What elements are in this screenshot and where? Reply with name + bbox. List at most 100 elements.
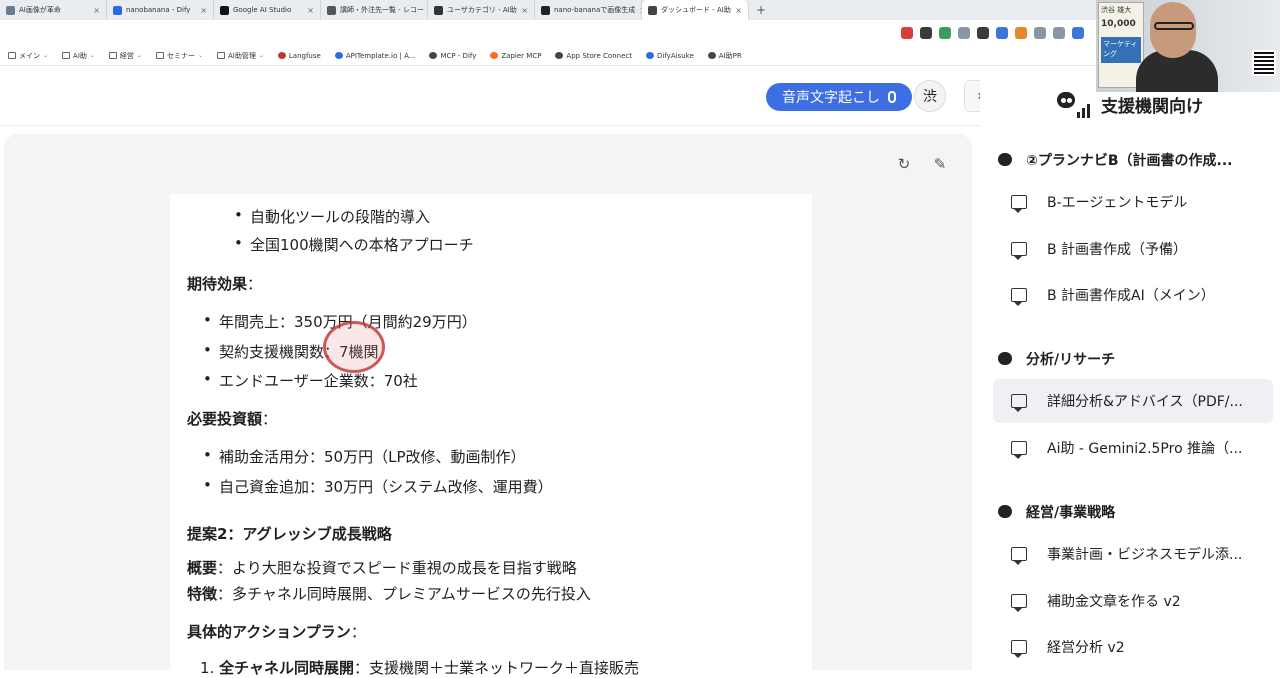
webcam-overlay: 渋谷 雄大 10,000 マーケティング <box>1096 0 1280 92</box>
browser-tab[interactable]: ユーザカテゴリ - AI助× <box>428 0 535 20</box>
puzzle-extension-icon[interactable] <box>1053 27 1065 39</box>
extension-icon[interactable] <box>1015 27 1027 39</box>
tab-close-icon[interactable]: × <box>735 6 742 15</box>
tab-label: nanobanana - Dify <box>126 6 190 14</box>
bookmark-label: AI助管理 <box>228 51 256 61</box>
user-avatar[interactable]: 渋 <box>914 80 946 112</box>
mcp-icon <box>429 52 437 59</box>
chevron-down-icon: ⌄ <box>137 52 142 59</box>
folder-icon <box>8 52 16 59</box>
tab-close-icon[interactable]: × <box>93 6 100 15</box>
proposal-title: 提案2：アグレッシブ成長戦略 <box>187 523 392 544</box>
bookmark-folder[interactable]: AI助管理⌄ <box>217 51 264 61</box>
voice-button-label: 音声文字起こし <box>782 87 880 107</box>
tab-label: 講師・外注先一覧 - レコー <box>340 5 424 15</box>
bookmark-folder[interactable]: 経営⌄ <box>109 51 142 61</box>
bookmark-link[interactable]: Zapier MCP <box>490 52 541 60</box>
sidebar-item[interactable]: B-エージェントモデル <box>993 180 1273 224</box>
bookmark-link[interactable]: Langfuse <box>278 52 321 60</box>
chevron-down-icon: ⌄ <box>259 52 264 59</box>
microphone-icon <box>888 91 896 103</box>
apitemplate-icon <box>335 52 343 59</box>
bookmark-folder[interactable]: AI助⌄ <box>62 51 95 61</box>
chat-bubble-icon <box>1011 394 1027 408</box>
browser-tab[interactable]: 講師・外注先一覧 - レコー× <box>321 0 428 20</box>
browser-tab[interactable]: Google AI Studio× <box>214 0 321 20</box>
invest-title: 必要投資額 <box>187 410 262 428</box>
chevron-down-icon: ⌄ <box>90 52 95 59</box>
sidebar-item-label: B-エージェントモデル <box>1047 192 1187 212</box>
section-title: 分析/リサーチ <box>1026 349 1115 369</box>
section-heading: 必要投資額： <box>187 408 277 429</box>
bookmark-folder[interactable]: セミナー⌄ <box>156 51 203 61</box>
chat-bubble-icon <box>1011 441 1027 455</box>
browser-tab[interactable]: nano-bananaで画像生成× <box>535 0 642 20</box>
book-tag: マーケティング <box>1101 37 1141 63</box>
action-title: 具体的アクションプラン <box>187 623 351 641</box>
sidebar-item-label: Ai助 - Gemini2.5Pro 推論（... <box>1047 438 1242 458</box>
shield-extension-icon[interactable] <box>977 27 989 39</box>
browser-tab-active[interactable]: ダッシュボード - AI助 × <box>642 0 749 20</box>
bookmark-folder[interactable]: メイン⌄ <box>8 51 48 61</box>
sidebar-item[interactable]: Ai助 - Gemini2.5Pro 推論（... <box>993 426 1273 470</box>
browser-toolbar <box>0 20 1100 46</box>
browser-tab[interactable]: nanobanana - Dify × <box>107 0 214 20</box>
sidebar-item[interactable]: B 計画書作成（予備） <box>993 227 1273 271</box>
bookmark-link[interactable]: AI助PR <box>708 51 742 61</box>
bookmark-link[interactable]: DifyAisuke <box>646 52 694 60</box>
list-item: 補助金活用分：50万円（LP改修、動画制作） <box>219 446 526 467</box>
item-label: 全チャネル同時展開 <box>219 659 354 677</box>
camera-extension-icon[interactable] <box>1034 27 1046 39</box>
pdf-extension-icon[interactable] <box>901 27 913 39</box>
bookmark-link[interactable]: MCP - Dify <box>429 52 476 60</box>
browser-tab[interactable]: AI画像が革命× <box>0 0 107 20</box>
effects-title: 期待効果 <box>187 275 247 293</box>
edit-chat-icon[interactable]: ✎ <box>931 155 949 173</box>
bookmark-link[interactable]: APITemplate.io | A... <box>335 52 416 60</box>
folder-icon <box>217 52 225 59</box>
sidebar-item[interactable]: 経営分析 v2 <box>993 625 1273 669</box>
sidebar-item[interactable]: 補助金文章を作る v2 <box>993 579 1273 623</box>
chat-bubble-icon <box>1011 547 1027 561</box>
tab-close-icon[interactable]: × <box>307 6 314 15</box>
list-item: 自動化ツールの段階的導入 <box>250 206 430 227</box>
section-heading: 具体的アクションプラン： <box>187 621 366 642</box>
sidebar-item-selected[interactable]: 詳細分析&アドバイス（PDF/... <box>993 379 1273 423</box>
bookmark-label: App Store Connect <box>566 52 632 60</box>
bookmarks-bar: メイン⌄ AI助⌄ 経営⌄ セミナー⌄ AI助管理⌄ Langfuse APIT… <box>0 46 1100 66</box>
glasses-icon <box>1154 22 1194 30</box>
chat-bubble-icon <box>1011 242 1027 256</box>
extension-icon[interactable] <box>939 27 951 39</box>
tab-label: nano-bananaで画像生成 <box>554 5 635 15</box>
sidebar-section-header[interactable]: 経営/事業戦略 <box>996 502 1115 522</box>
aisuke-favicon-icon <box>648 6 657 15</box>
new-tab-button[interactable]: + <box>749 0 773 20</box>
extension-icon[interactable] <box>1072 27 1084 39</box>
sidebar-item[interactable]: B 計画書作成AI（メイン） <box>993 273 1273 317</box>
tab-close-icon[interactable]: × <box>521 6 528 15</box>
tab-label: ダッシュボード - AI助 <box>661 5 731 15</box>
sheet-favicon-icon <box>327 6 336 15</box>
sidebar-section-header[interactable]: 分析/リサーチ <box>996 349 1115 369</box>
colon: ： <box>262 410 277 428</box>
bookmark-label: セミナー <box>167 51 195 61</box>
chat-tools: ↻ ✎ <box>895 155 949 173</box>
section-title: 経営/事業戦略 <box>1026 502 1115 522</box>
sidebar-section-header[interactable]: ②プランナビB（計画書の作成... <box>996 150 1232 170</box>
voice-transcription-button[interactable]: 音声文字起こし <box>766 83 912 111</box>
feature-label: 特徴 <box>187 585 217 603</box>
extension-icon[interactable] <box>996 27 1008 39</box>
extension-icon[interactable] <box>920 27 932 39</box>
folder-icon <box>109 52 117 59</box>
tab-favicon-icon <box>6 6 15 15</box>
ai-studio-favicon-icon <box>220 6 229 15</box>
section-title: ②プランナビB（計画書の作成... <box>1026 150 1232 170</box>
refresh-icon[interactable]: ↻ <box>895 155 913 173</box>
overview-line: 概要：より大胆な投資でスピード重視の成長を目指す戦略 <box>187 557 577 578</box>
bookmark-link[interactable]: App Store Connect <box>555 52 632 60</box>
extension-icon[interactable] <box>958 27 970 39</box>
sidebar-item[interactable]: 事業計画・ビジネスモデル添... <box>993 532 1273 576</box>
tab-close-icon[interactable]: × <box>200 6 207 15</box>
sidebar-item-label: 詳細分析&アドバイス（PDF/... <box>1047 391 1243 411</box>
ninja-icon <box>996 503 1018 521</box>
